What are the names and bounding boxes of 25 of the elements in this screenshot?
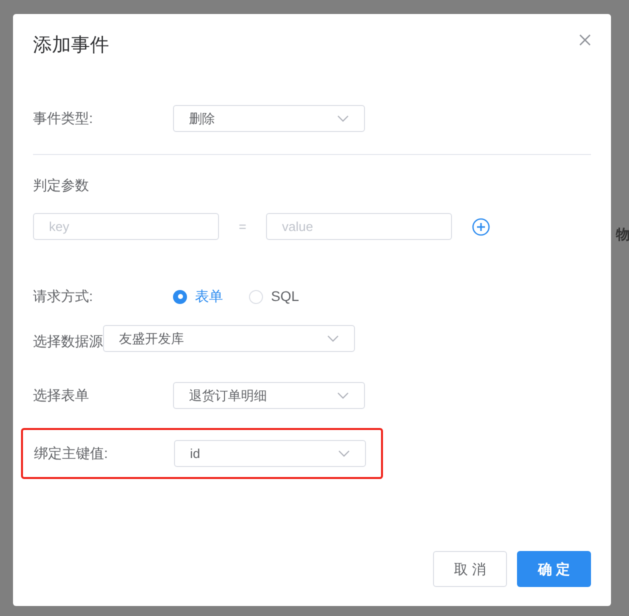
radio-option[interactable]: 表单 bbox=[173, 286, 223, 307]
chevron-down-icon bbox=[338, 450, 350, 457]
dialog-title: 添加事件 bbox=[33, 34, 109, 58]
select-dropdown[interactable]: id bbox=[174, 440, 366, 467]
close-icon[interactable] bbox=[579, 34, 591, 46]
field-label: 绑定主键值: bbox=[34, 444, 109, 463]
value-input[interactable]: value bbox=[266, 213, 452, 240]
section-label: 判定参数 bbox=[33, 176, 90, 195]
cancel-button[interactable]: 取 消 bbox=[433, 551, 507, 587]
background-text: 物 bbox=[616, 225, 629, 244]
select-dropdown[interactable]: 退货订单明细 bbox=[173, 382, 365, 409]
add-circle-icon[interactable] bbox=[472, 218, 490, 236]
chevron-down-icon bbox=[337, 392, 349, 399]
select-dropdown[interactable]: 删除 bbox=[173, 105, 365, 132]
chevron-down-icon bbox=[337, 115, 349, 122]
key-input[interactable]: key bbox=[33, 213, 219, 240]
radio-option[interactable]: SQL bbox=[249, 286, 300, 307]
field-label: 请求方式: bbox=[33, 287, 94, 306]
field-label: 事件类型: bbox=[33, 109, 94, 128]
equals-sign: = bbox=[238, 218, 248, 236]
confirm-button[interactable]: 确 定 bbox=[517, 551, 591, 587]
chevron-down-icon bbox=[327, 335, 339, 342]
field-label: 选择表单 bbox=[33, 386, 90, 405]
select-dropdown[interactable]: 友盛开发库 bbox=[103, 325, 355, 352]
field-label: 选择数据源 bbox=[33, 333, 103, 349]
